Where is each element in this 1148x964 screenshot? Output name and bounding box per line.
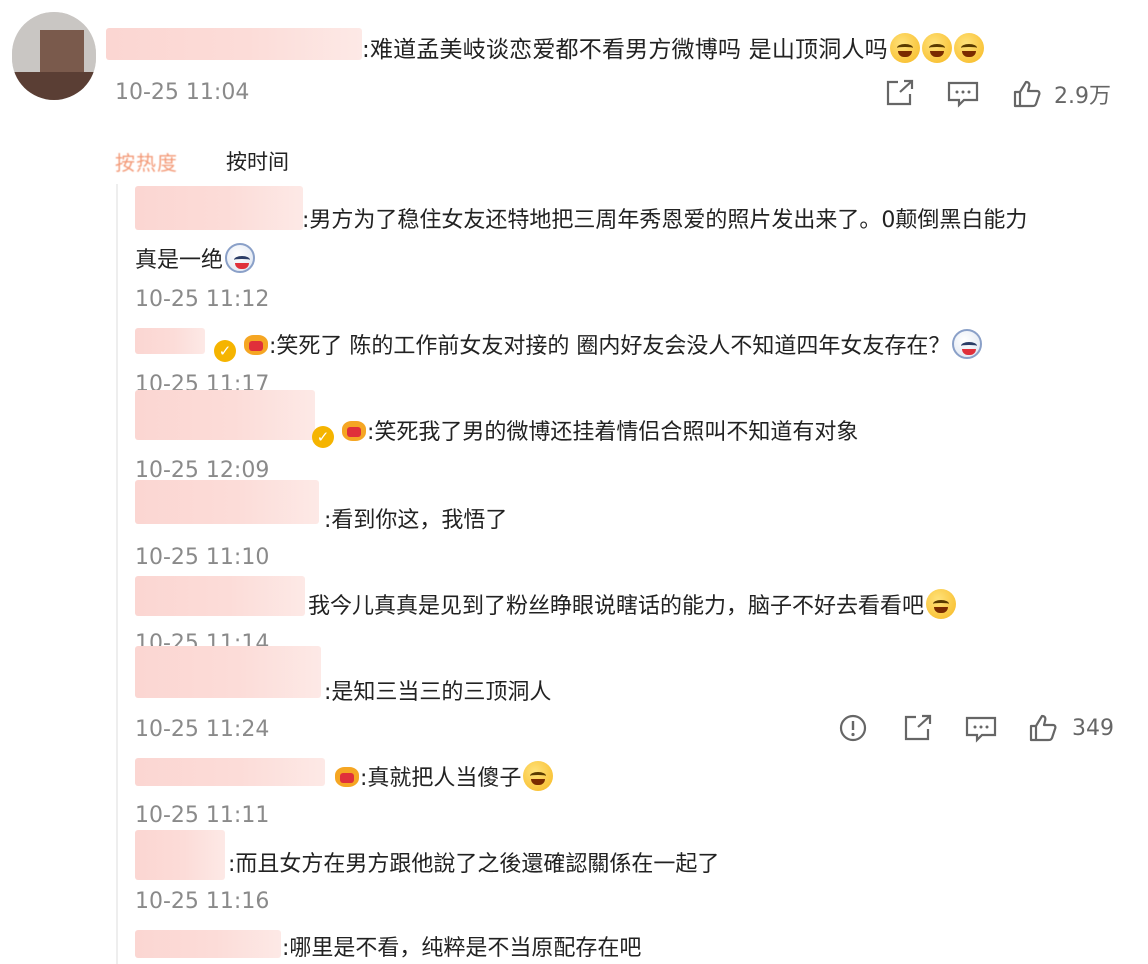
reply-text: ✓ :笑死了 陈的工作前女友对接的 圈内好友会没人不知道四年女友存在？ — [214, 328, 983, 362]
username-redacted[interactable] — [135, 930, 281, 958]
reply-time: 10-25 11:12 — [135, 287, 270, 312]
username-redacted[interactable] — [135, 576, 305, 616]
avatar[interactable] — [12, 12, 96, 100]
crown-icon — [243, 333, 269, 357]
reply-text: :真就把人当傻子 — [334, 760, 554, 792]
reply-text: :哪里是不看，纯粹是不当原配存在吧 — [282, 936, 642, 961]
grin-emoji-icon — [523, 761, 554, 791]
reply-text: ✓ :笑死我了男的微博还挂着情侣合照叫不知道有对象 — [312, 414, 858, 448]
reply-thread-divider — [116, 184, 118, 964]
crown-icon — [341, 419, 367, 443]
username-redacted[interactable] — [135, 758, 325, 786]
reply-time: 10-25 11:11 — [135, 803, 270, 828]
reply-text: :而且女方在男方跟他說了之後還確認關係在一起了 — [228, 852, 720, 877]
like-button[interactable]: 2.9万 — [1012, 78, 1111, 110]
username-redacted[interactable] — [135, 186, 303, 230]
grin-emoji-icon — [889, 33, 920, 63]
comment-icon — [947, 81, 979, 108]
reply-time: 10-25 11:16 — [135, 889, 270, 914]
username-redacted[interactable] — [135, 830, 225, 880]
like-icon — [1029, 714, 1057, 742]
reply-text: 我今儿真真是见到了粉丝睁眼说瞎话的能力，脑子不好去看看吧 — [308, 588, 957, 620]
laughing-tears-emoji-icon — [926, 589, 957, 619]
username-redacted[interactable] — [135, 646, 321, 698]
share-button[interactable] — [884, 78, 916, 108]
grin-emoji-icon — [953, 33, 984, 63]
silly-face-emoji-icon — [952, 329, 983, 359]
main-comment-time: 10-25 11:04 — [115, 80, 250, 105]
username-redacted[interactable] — [135, 480, 319, 524]
comment-button[interactable] — [946, 80, 980, 108]
comment-button[interactable] — [964, 715, 998, 743]
reply-time: 10-25 11:24 — [135, 717, 270, 742]
grin-emoji-icon — [921, 33, 952, 63]
tab-sort-hot[interactable]: 按热度 — [115, 147, 178, 176]
reply-text: :是知三当三的三顶洞人 — [324, 680, 552, 705]
reply-time: 10-25 11:10 — [135, 545, 270, 570]
share-button[interactable] — [902, 713, 934, 743]
username-redacted[interactable] — [135, 328, 205, 354]
share-icon — [886, 79, 914, 106]
like-count: 2.9万 — [1054, 84, 1111, 109]
username-redacted[interactable] — [135, 390, 315, 440]
crown-icon — [334, 765, 360, 789]
reply-text: :男方为了稳住女友还特地把三周年秀恩爱的照片发出来了。0颠倒黑白能力 — [302, 208, 1028, 233]
reply-text: 真是一绝 — [135, 242, 256, 274]
username-redacted[interactable] — [106, 28, 362, 60]
tab-sort-time[interactable]: 按时间 — [226, 146, 289, 176]
reply-text: :看到你这，我悟了 — [324, 508, 508, 533]
main-comment-text: :难道孟美岐谈恋爱都不看男方微博吗 是山顶洞人吗 — [362, 30, 984, 64]
comment-icon — [965, 716, 997, 743]
report-button[interactable] — [838, 713, 868, 743]
verified-badge-icon: ✓ — [312, 426, 334, 448]
report-icon — [839, 714, 867, 742]
like-button[interactable]: 349 — [1028, 713, 1114, 743]
like-count: 349 — [1072, 715, 1114, 741]
silly-face-emoji-icon — [225, 243, 256, 273]
verified-badge-icon: ✓ — [214, 340, 236, 362]
like-icon — [1013, 80, 1041, 108]
share-icon — [904, 714, 932, 741]
